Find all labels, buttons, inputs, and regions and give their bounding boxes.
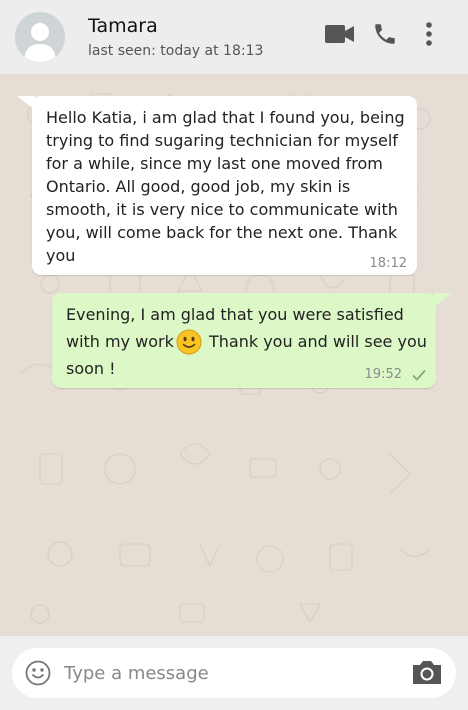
camera-icon[interactable] (411, 658, 443, 686)
message-timestamp: 18:12 (369, 256, 407, 271)
video-icon[interactable] (325, 24, 355, 44)
default-avatar-icon (15, 12, 65, 62)
chat-header: Tamara last seen: today at 18:13 (0, 0, 468, 74)
incoming-message-bubble[interactable]: Hello Katia, i am glad that I found you,… (32, 96, 417, 275)
more-options-icon[interactable] (424, 21, 434, 47)
last-seen-status: last seen: today at 18:13 (88, 43, 264, 59)
avatar[interactable] (15, 12, 65, 62)
phone-icon[interactable] (372, 21, 398, 47)
message-timestamp: 19:52 (364, 367, 402, 382)
message-text: Hello Katia, i am glad that I found you,… (46, 108, 405, 265)
slightly-smiling-face-icon (176, 329, 202, 355)
outgoing-bubble-tail (434, 293, 452, 307)
outgoing-message-bubble[interactable]: Evening, I am glad that you were satisfi… (52, 293, 436, 388)
emoji-picker-icon[interactable] (25, 660, 51, 686)
contact-name[interactable]: Tamara (88, 15, 158, 37)
composer-bar (0, 636, 468, 710)
message-input[interactable] (62, 656, 396, 690)
message-input-container (12, 648, 456, 698)
chat-window: Tamara last seen: today at 18:13 Hello K… (0, 0, 468, 710)
single-check-icon (412, 369, 426, 381)
